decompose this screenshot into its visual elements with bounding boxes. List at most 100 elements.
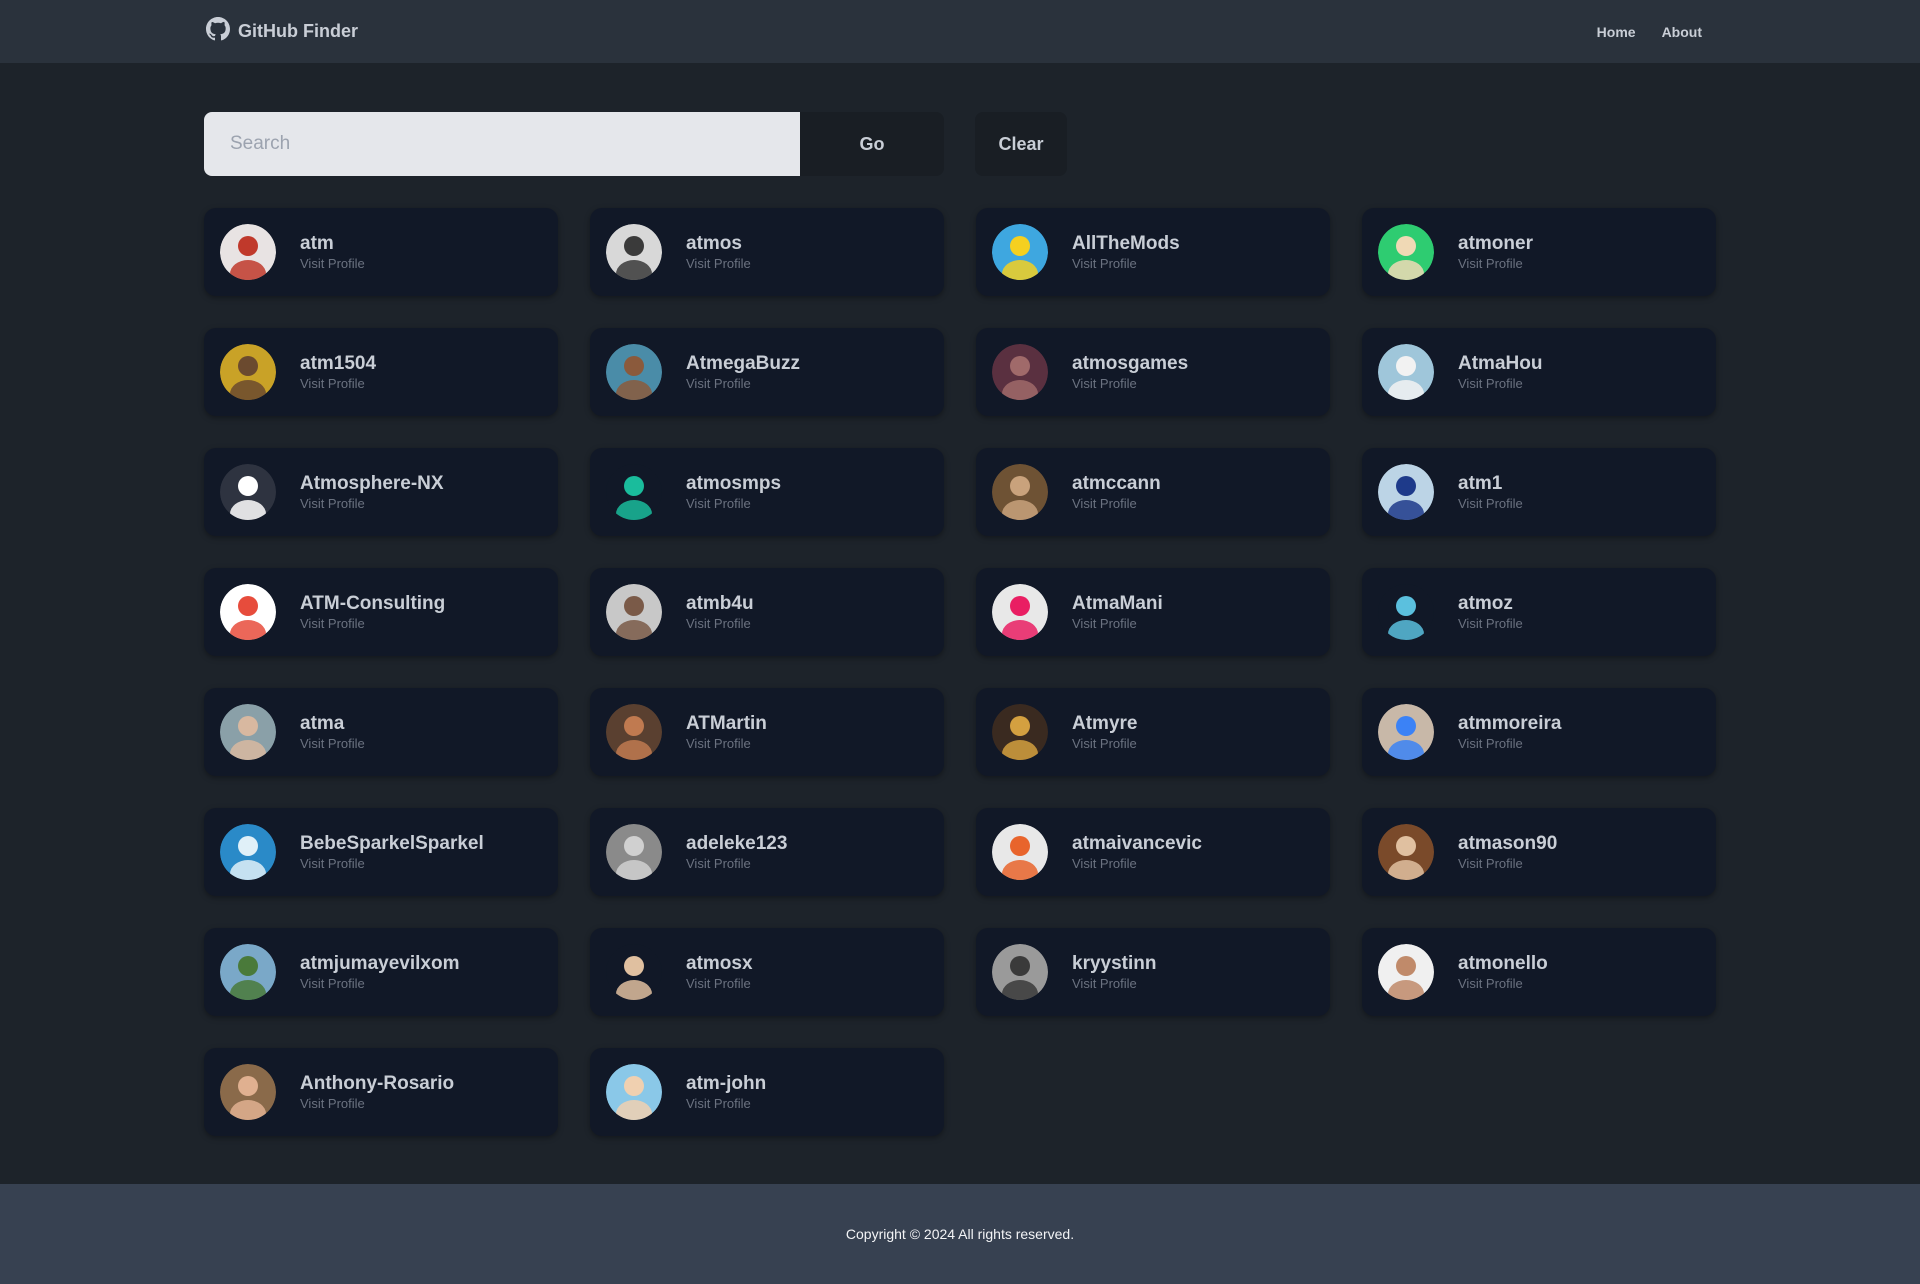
visit-profile-link[interactable]: Visit Profile — [1458, 256, 1533, 272]
search-input[interactable] — [204, 112, 800, 176]
brand-title: GitHub Finder — [238, 21, 358, 41]
visit-profile-link[interactable]: Visit Profile — [300, 736, 365, 752]
user-card[interactable]: Atmosphere-NX Visit Profile — [204, 448, 558, 536]
user-avatar — [220, 704, 276, 760]
user-avatar — [220, 344, 276, 400]
user-card[interactable]: atm Visit Profile — [204, 208, 558, 296]
user-card[interactable]: atmosgames Visit Profile — [976, 328, 1330, 416]
user-avatar — [606, 944, 662, 1000]
visit-profile-link[interactable]: Visit Profile — [1458, 976, 1548, 992]
user-card[interactable]: atmb4u Visit Profile — [590, 568, 944, 656]
visit-profile-link[interactable]: Visit Profile — [686, 1096, 766, 1112]
user-login: Atmyre — [1072, 713, 1138, 734]
visit-profile-link[interactable]: Visit Profile — [300, 256, 365, 272]
github-icon — [206, 17, 230, 46]
user-card-text: ATMartin Visit Profile — [686, 712, 767, 752]
user-card[interactable]: atmosmps Visit Profile — [590, 448, 944, 536]
user-card[interactable]: atmmoreira Visit Profile — [1362, 688, 1716, 776]
user-card-text: atmosx Visit Profile — [686, 952, 753, 992]
user-card-text: atm1504 Visit Profile — [300, 352, 376, 392]
user-card[interactable]: atmoner Visit Profile — [1362, 208, 1716, 296]
user-card[interactable]: atmonello Visit Profile — [1362, 928, 1716, 1016]
user-card[interactable]: atmaivancevic Visit Profile — [976, 808, 1330, 896]
visit-profile-link[interactable]: Visit Profile — [300, 976, 459, 992]
user-card[interactable]: AllTheMods Visit Profile — [976, 208, 1330, 296]
visit-profile-link[interactable]: Visit Profile — [300, 616, 445, 632]
user-card[interactable]: atmoz Visit Profile — [1362, 568, 1716, 656]
user-avatar — [992, 344, 1048, 400]
user-card[interactable]: atm-john Visit Profile — [590, 1048, 944, 1136]
user-card[interactable]: atma Visit Profile — [204, 688, 558, 776]
user-avatar — [606, 224, 662, 280]
user-card[interactable]: AtmegaBuzz Visit Profile — [590, 328, 944, 416]
go-button[interactable]: Go — [800, 112, 944, 176]
visit-profile-link[interactable]: Visit Profile — [686, 976, 753, 992]
visit-profile-link[interactable]: Visit Profile — [1072, 736, 1137, 752]
user-card[interactable]: atm1504 Visit Profile — [204, 328, 558, 416]
user-login: Atmosphere-NX — [300, 473, 444, 494]
user-card[interactable]: atmjumayevilxom Visit Profile — [204, 928, 558, 1016]
user-login: atmonello — [1458, 953, 1548, 974]
user-card[interactable]: ATMartin Visit Profile — [590, 688, 944, 776]
visit-profile-link[interactable]: Visit Profile — [1072, 496, 1161, 512]
user-card[interactable]: AtmaHou Visit Profile — [1362, 328, 1716, 416]
brand[interactable]: GitHub Finder — [206, 0, 358, 63]
user-card-text: atm-john Visit Profile — [686, 1072, 766, 1112]
visit-profile-link[interactable]: Visit Profile — [300, 856, 484, 872]
visit-profile-link[interactable]: Visit Profile — [686, 496, 781, 512]
user-card-text: atmaivancevic Visit Profile — [1072, 832, 1202, 872]
user-card[interactable]: atmccann Visit Profile — [976, 448, 1330, 536]
visit-profile-link[interactable]: Visit Profile — [300, 376, 376, 392]
visit-profile-link[interactable]: Visit Profile — [1072, 256, 1180, 272]
nav-about-link[interactable]: About — [1662, 24, 1702, 40]
visit-profile-link[interactable]: Visit Profile — [686, 376, 800, 392]
visit-profile-link[interactable]: Visit Profile — [686, 616, 754, 632]
user-card[interactable]: atmosx Visit Profile — [590, 928, 944, 1016]
user-card[interactable]: BebeSparkelSparkel Visit Profile — [204, 808, 558, 896]
user-avatar — [992, 464, 1048, 520]
visit-profile-link[interactable]: Visit Profile — [1458, 856, 1557, 872]
user-card-text: ATM-Consulting Visit Profile — [300, 592, 445, 632]
user-card[interactable]: kryystinn Visit Profile — [976, 928, 1330, 1016]
visit-profile-link[interactable]: Visit Profile — [1458, 616, 1523, 632]
user-login: AtmegaBuzz — [686, 353, 801, 374]
nav-home-link[interactable]: Home — [1597, 24, 1636, 40]
visit-profile-link[interactable]: Visit Profile — [686, 856, 787, 872]
user-card[interactable]: ATM-Consulting Visit Profile — [204, 568, 558, 656]
visit-profile-link[interactable]: Visit Profile — [1458, 496, 1523, 512]
user-card-text: atmosmps Visit Profile — [686, 472, 781, 512]
user-login: atmccann — [1072, 473, 1161, 494]
user-login: atmmoreira — [1458, 713, 1562, 734]
user-card[interactable]: atmason90 Visit Profile — [1362, 808, 1716, 896]
user-card-text: atmmoreira Visit Profile — [1458, 712, 1562, 752]
visit-profile-link[interactable]: Visit Profile — [1458, 376, 1542, 392]
user-card-text: AtmegaBuzz Visit Profile — [686, 352, 800, 392]
visit-profile-link[interactable]: Visit Profile — [686, 256, 751, 272]
visit-profile-link[interactable]: Visit Profile — [1072, 976, 1156, 992]
user-card[interactable]: Atmyre Visit Profile — [976, 688, 1330, 776]
user-avatar — [992, 944, 1048, 1000]
user-card[interactable]: atm1 Visit Profile — [1362, 448, 1716, 536]
visit-profile-link[interactable]: Visit Profile — [1458, 736, 1562, 752]
visit-profile-link[interactable]: Visit Profile — [300, 496, 444, 512]
user-login: atma — [300, 713, 345, 734]
user-login: atmjumayevilxom — [300, 953, 460, 974]
user-card[interactable]: atmos Visit Profile — [590, 208, 944, 296]
visit-profile-link[interactable]: Visit Profile — [1072, 616, 1163, 632]
visit-profile-link[interactable]: Visit Profile — [300, 1096, 454, 1112]
user-card-text: kryystinn Visit Profile — [1072, 952, 1156, 992]
user-login: atmoner — [1458, 233, 1533, 254]
user-login: atm — [300, 233, 334, 254]
user-card[interactable]: Anthony-Rosario Visit Profile — [204, 1048, 558, 1136]
user-avatar — [1378, 464, 1434, 520]
user-card-text: AtmaHou Visit Profile — [1458, 352, 1542, 392]
user-card-text: atmosgames Visit Profile — [1072, 352, 1188, 392]
clear-button[interactable]: Clear — [975, 112, 1067, 176]
visit-profile-link[interactable]: Visit Profile — [1072, 856, 1202, 872]
user-card[interactable]: AtmaMani Visit Profile — [976, 568, 1330, 656]
user-card[interactable]: adeleke123 Visit Profile — [590, 808, 944, 896]
user-card-text: Atmyre Visit Profile — [1072, 712, 1137, 752]
user-login: atmosmps — [686, 473, 782, 494]
visit-profile-link[interactable]: Visit Profile — [1072, 376, 1188, 392]
visit-profile-link[interactable]: Visit Profile — [686, 736, 767, 752]
